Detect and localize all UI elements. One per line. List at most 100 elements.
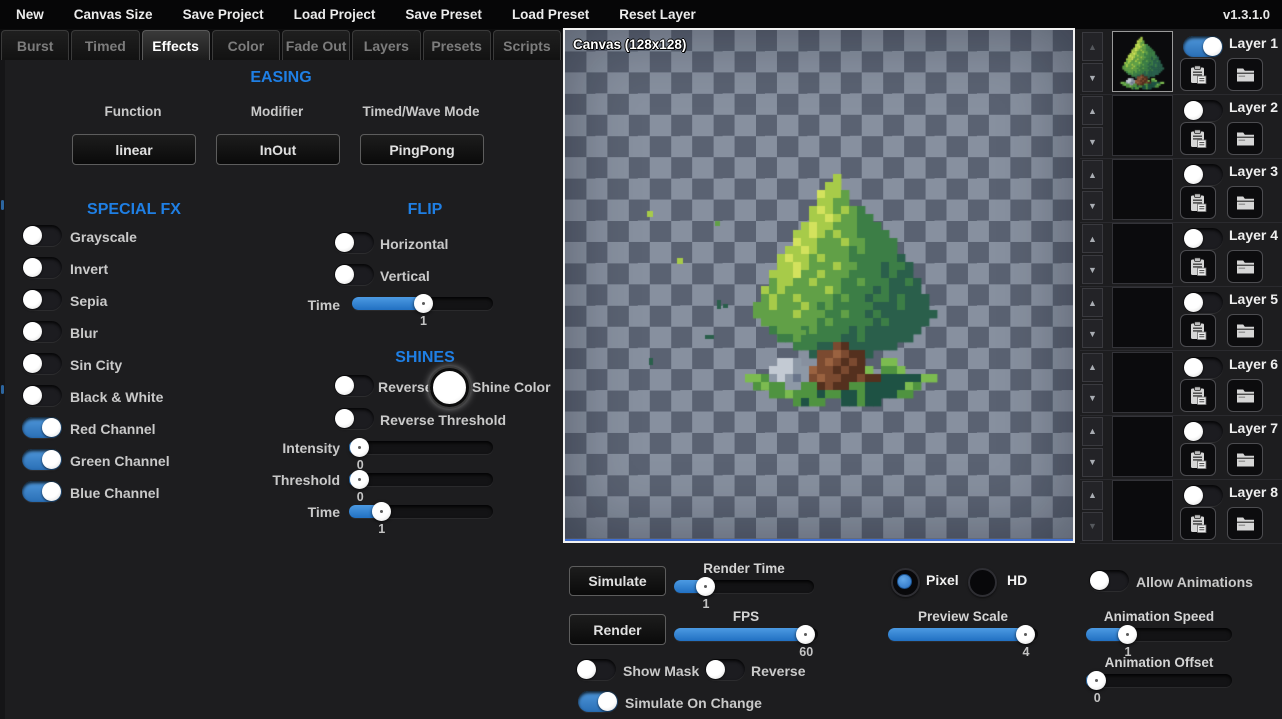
left-scrollbar[interactable] xyxy=(0,60,5,719)
layer-folder-button[interactable] xyxy=(1227,443,1263,476)
hd-mode-radio[interactable] xyxy=(968,568,997,597)
layer-move-down-button[interactable]: ▼ xyxy=(1082,191,1103,220)
layer-thumbnail[interactable] xyxy=(1112,223,1173,284)
menu-item-load-preset[interactable]: Load Preset xyxy=(512,7,589,22)
preview-canvas[interactable]: Canvas (128x128) xyxy=(563,28,1075,543)
shines-time-slider[interactable] xyxy=(349,505,493,518)
layer-move-down-button[interactable]: ▼ xyxy=(1082,255,1103,284)
show-mask-toggle[interactable] xyxy=(576,659,616,680)
tab-scripts[interactable]: Scripts xyxy=(493,30,561,60)
layer-paste-button[interactable] xyxy=(1180,443,1216,476)
shines-reverse-toggle[interactable] xyxy=(334,375,374,396)
layer-move-up-button[interactable]: ▲ xyxy=(1082,224,1103,253)
layer-paste-button[interactable] xyxy=(1180,58,1216,91)
layer-visibility-toggle[interactable] xyxy=(1183,485,1223,506)
fx-toggle-grayscale[interactable] xyxy=(22,225,62,246)
layer-thumbnail[interactable] xyxy=(1112,416,1173,477)
layer-visibility-toggle[interactable] xyxy=(1183,36,1223,57)
layer-paste-button[interactable] xyxy=(1180,379,1216,412)
allow-animations-toggle[interactable] xyxy=(1089,570,1129,591)
simulate-button[interactable]: Simulate xyxy=(569,566,666,596)
flip-time-slider-knob[interactable] xyxy=(414,294,433,313)
pixel-mode-radio[interactable] xyxy=(891,568,920,597)
shines-intensity-slider[interactable] xyxy=(349,441,493,454)
shines-threshold-slider[interactable] xyxy=(349,473,493,486)
simulate-on-change-toggle[interactable] xyxy=(578,691,618,712)
layer-move-down-button[interactable]: ▼ xyxy=(1082,127,1103,156)
tab-color[interactable]: Color xyxy=(212,30,280,60)
layer-thumbnail[interactable] xyxy=(1112,159,1173,220)
layer-move-up-button[interactable]: ▲ xyxy=(1082,353,1103,382)
layer-move-up-button[interactable]: ▲ xyxy=(1082,288,1103,317)
layer-move-up-button[interactable]: ▲ xyxy=(1082,160,1103,189)
layer-move-down-button[interactable]: ▼ xyxy=(1082,319,1103,348)
layer-move-up-button[interactable]: ▲ xyxy=(1082,32,1103,61)
layer-move-down-button[interactable]: ▼ xyxy=(1082,384,1103,413)
layer-paste-button[interactable] xyxy=(1180,314,1216,347)
menu-item-save-preset[interactable]: Save Preset xyxy=(405,7,482,22)
layer-visibility-toggle[interactable] xyxy=(1183,357,1223,378)
fx-toggle-red-channel[interactable] xyxy=(22,417,62,438)
fx-toggle-sepia[interactable] xyxy=(22,289,62,310)
tab-burst[interactable]: Burst xyxy=(1,30,69,60)
layer-thumbnail[interactable] xyxy=(1112,95,1173,156)
layer-move-down-button[interactable]: ▼ xyxy=(1082,512,1103,541)
easing-modifier-button[interactable]: InOut xyxy=(216,134,340,165)
easing-function-button[interactable]: linear xyxy=(72,134,196,165)
tab-presets[interactable]: Presets xyxy=(423,30,491,60)
render-time-slider-knob[interactable] xyxy=(696,577,715,596)
menu-item-reset-layer[interactable]: Reset Layer xyxy=(619,7,696,22)
layer-move-down-button[interactable]: ▼ xyxy=(1082,448,1103,477)
flip-horizontal-toggle[interactable] xyxy=(334,232,374,253)
tab-effects[interactable]: Effects xyxy=(142,30,210,60)
flip-time-slider[interactable] xyxy=(352,297,493,310)
layer-move-up-button[interactable]: ▲ xyxy=(1082,481,1103,510)
layer-folder-button[interactable] xyxy=(1227,507,1263,540)
layer-move-up-button[interactable]: ▲ xyxy=(1082,96,1103,125)
layer-paste-button[interactable] xyxy=(1180,507,1216,540)
menu-item-load-project[interactable]: Load Project xyxy=(294,7,376,22)
fx-toggle-sin-city[interactable] xyxy=(22,353,62,374)
menu-item-canvas-size[interactable]: Canvas Size xyxy=(74,7,153,22)
fx-toggle-invert[interactable] xyxy=(22,257,62,278)
animation-speed-slider-knob[interactable] xyxy=(1118,625,1137,644)
shines-time-slider-knob[interactable] xyxy=(372,502,391,521)
animation-offset-slider-knob[interactable] xyxy=(1087,671,1106,690)
layer-move-up-button[interactable]: ▲ xyxy=(1082,417,1103,446)
layer-paste-button[interactable] xyxy=(1180,186,1216,219)
fx-toggle-black---white[interactable] xyxy=(22,385,62,406)
layer-folder-button[interactable] xyxy=(1227,314,1263,347)
layer-visibility-toggle[interactable] xyxy=(1183,292,1223,313)
tab-timed[interactable]: Timed xyxy=(71,30,139,60)
bottom-reverse-toggle[interactable] xyxy=(705,659,745,680)
fps-slider-knob[interactable] xyxy=(796,625,815,644)
layer-thumbnail[interactable] xyxy=(1112,352,1173,413)
layer-thumbnail[interactable] xyxy=(1112,480,1173,541)
layer-folder-button[interactable] xyxy=(1227,379,1263,412)
layer-folder-button[interactable] xyxy=(1227,122,1263,155)
layer-thumbnail[interactable] xyxy=(1112,287,1173,348)
tab-layers[interactable]: Layers xyxy=(352,30,420,60)
menu-item-new[interactable]: New xyxy=(16,7,44,22)
layer-folder-button[interactable] xyxy=(1227,250,1263,283)
layer-thumbnail[interactable] xyxy=(1112,31,1173,92)
reverse-threshold-toggle[interactable] xyxy=(334,408,374,429)
animation-offset-slider[interactable] xyxy=(1086,674,1232,687)
layer-visibility-toggle[interactable] xyxy=(1183,228,1223,249)
fx-toggle-green-channel[interactable] xyxy=(22,449,62,470)
shines-intensity-slider-knob[interactable] xyxy=(350,438,369,457)
layer-visibility-toggle[interactable] xyxy=(1183,421,1223,442)
preview-scale-slider[interactable] xyxy=(888,628,1038,641)
tab-fade-out[interactable]: Fade Out xyxy=(282,30,350,60)
preview-scale-slider-knob[interactable] xyxy=(1016,625,1035,644)
easing-timed-wave-mode-button[interactable]: PingPong xyxy=(360,134,484,165)
shine-color-swatch[interactable] xyxy=(430,368,469,407)
layer-folder-button[interactable] xyxy=(1227,58,1263,91)
animation-speed-slider[interactable] xyxy=(1086,628,1232,641)
layer-visibility-toggle[interactable] xyxy=(1183,100,1223,121)
render-button[interactable]: Render xyxy=(569,614,666,645)
fx-toggle-blur[interactable] xyxy=(22,321,62,342)
render-time-slider[interactable] xyxy=(674,580,814,593)
layer-folder-button[interactable] xyxy=(1227,186,1263,219)
layer-paste-button[interactable] xyxy=(1180,122,1216,155)
